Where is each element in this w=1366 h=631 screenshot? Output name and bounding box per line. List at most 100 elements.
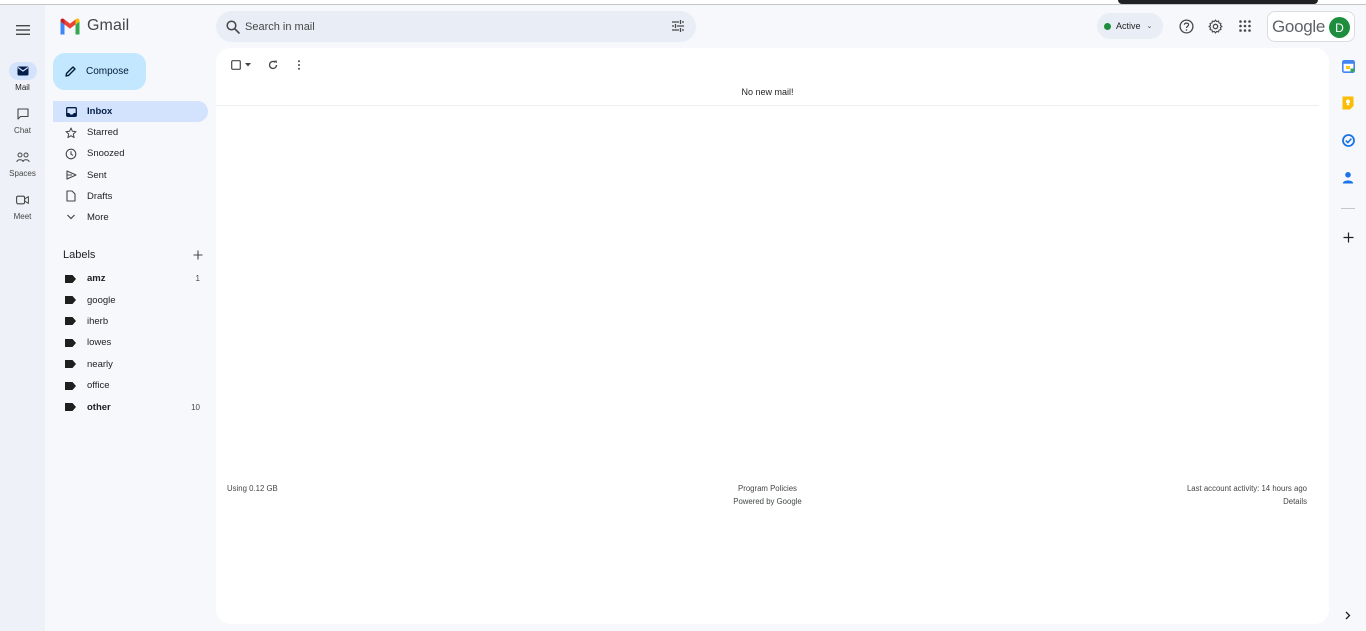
avatar: D	[1329, 17, 1350, 38]
nav-label-more: More	[87, 211, 109, 223]
chevron-down-icon	[67, 215, 75, 220]
tasks-icon	[1341, 133, 1355, 147]
rail-mail[interactable]: Mail	[0, 62, 45, 92]
mail-icon	[17, 66, 28, 76]
rail-meet-label: Meet	[13, 212, 32, 221]
label-tag-icon	[65, 360, 76, 369]
plus-icon	[193, 250, 203, 260]
label-item-nearly[interactable]: nearly	[53, 354, 208, 375]
search-icon[interactable]	[225, 19, 241, 35]
search-options-icon[interactable]	[670, 18, 686, 34]
keep-app-button[interactable]	[1340, 95, 1356, 111]
plus-icon	[1343, 232, 1353, 242]
label-name: google	[87, 294, 116, 306]
activity-text: Last account activity: 14 hours ago	[1186, 484, 1307, 493]
label-tag-icon	[65, 381, 76, 390]
labels-title: Labels	[63, 249, 96, 261]
program-policies-link[interactable]: Program Policies	[738, 484, 797, 493]
footer-center: Program Policies Powered by Google	[216, 482, 1319, 508]
more-vert-icon	[298, 60, 300, 70]
spaces-icon	[15, 152, 30, 162]
draft-icon	[66, 190, 76, 202]
status-label: Active	[1116, 21, 1141, 31]
nav-item-sent[interactable]: Sent	[53, 165, 208, 186]
label-tag-icon	[65, 296, 76, 305]
label-name: lowes	[87, 337, 112, 349]
label-name: office	[87, 380, 110, 392]
status-selector[interactable]: Active ⌄	[1097, 13, 1163, 39]
inbox-icon	[65, 106, 77, 117]
gmail-logo[interactable]: Gmail	[59, 14, 129, 38]
compose-label: Compose	[86, 66, 129, 77]
nav-item-snoozed[interactable]: Snoozed	[53, 143, 208, 164]
google-wordmark: Google	[1272, 16, 1326, 36]
side-panel-divider	[1341, 208, 1355, 209]
nav-item-starred[interactable]: Starred	[53, 122, 208, 143]
label-item-amz[interactable]: amz 1	[53, 268, 208, 289]
nav-label-inbox: Inbox	[87, 106, 113, 117]
google-apps-button[interactable]	[1235, 16, 1255, 36]
label-tag-icon	[65, 338, 76, 347]
apps-grid-icon	[1239, 20, 1251, 32]
label-name: iherb	[87, 315, 109, 327]
nav-item-drafts[interactable]: Drafts	[53, 186, 208, 207]
label-item-lowes[interactable]: lowes	[53, 332, 208, 353]
nav-label-sent: Sent	[87, 169, 107, 181]
refresh-button[interactable]	[264, 56, 282, 74]
label-item-iherb[interactable]: iherb	[53, 311, 208, 332]
search-bar	[216, 11, 696, 42]
nav-label-snoozed: Snoozed	[87, 148, 125, 160]
list-divider	[216, 105, 1319, 106]
compose-button[interactable]: Compose	[53, 53, 146, 90]
rail-meet[interactable]: Meet	[0, 191, 45, 221]
label-tag-icon	[65, 317, 76, 326]
contacts-icon	[1342, 171, 1354, 183]
label-item-google[interactable]: google	[53, 289, 208, 310]
label-item-office[interactable]: office	[53, 375, 208, 396]
tooltip-remnant	[1118, 0, 1318, 4]
labels-list: amz 1 google iherb lowes nearly office o…	[53, 268, 208, 418]
get-addons-button[interactable]	[1340, 229, 1356, 245]
select-all-checkbox[interactable]	[228, 56, 254, 74]
app-rail: Mail Chat Spaces Meet	[0, 5, 45, 631]
star-icon	[65, 127, 77, 138]
support-button[interactable]	[1176, 16, 1196, 36]
pencil-icon	[65, 66, 76, 77]
main-menu-button[interactable]	[10, 17, 36, 43]
calendar-icon	[1341, 59, 1355, 73]
details-link[interactable]: Details	[1283, 497, 1307, 506]
chevron-down-icon: ⌄	[1146, 23, 1153, 30]
label-count: 10	[191, 402, 200, 412]
chevron-down-icon	[245, 63, 251, 67]
rail-spaces[interactable]: Spaces	[0, 148, 45, 178]
google-account-button[interactable]: Google D	[1267, 11, 1355, 42]
show-side-panel-button[interactable]	[1340, 607, 1356, 623]
hamburger-icon	[16, 25, 30, 35]
label-name: amz	[87, 273, 106, 285]
nav-item-inbox[interactable]: Inbox	[53, 101, 208, 122]
gmail-wordmark: Gmail	[87, 17, 130, 34]
checkbox-icon	[231, 60, 241, 70]
label-count: 1	[195, 274, 200, 284]
nav-item-more[interactable]: More	[53, 207, 208, 228]
tasks-app-button[interactable]	[1340, 132, 1356, 148]
label-name: nearly	[87, 358, 113, 370]
search-input[interactable]	[245, 17, 665, 37]
label-name: other	[87, 401, 111, 413]
folder-nav: Inbox Starred Snoozed Sent Drafts More	[53, 101, 208, 228]
label-tag-icon	[65, 274, 76, 283]
settings-button[interactable]	[1205, 16, 1225, 36]
mail-list-panel: No new mail! Using 0.12 GB Program Polic…	[216, 48, 1329, 624]
create-label-button[interactable]	[191, 248, 205, 262]
labels-header: Labels	[63, 247, 205, 263]
more-actions-button[interactable]	[292, 56, 306, 74]
calendar-app-button[interactable]	[1340, 58, 1356, 74]
empty-inbox-message: No new mail!	[741, 87, 794, 97]
rail-spaces-label: Spaces	[9, 169, 36, 178]
contacts-app-button[interactable]	[1340, 169, 1356, 185]
nav-label-starred: Starred	[87, 127, 119, 139]
side-panel	[1334, 48, 1366, 631]
label-item-other[interactable]: other 10	[53, 396, 208, 417]
rail-chat[interactable]: Chat	[0, 105, 45, 135]
gear-icon	[1207, 18, 1223, 34]
